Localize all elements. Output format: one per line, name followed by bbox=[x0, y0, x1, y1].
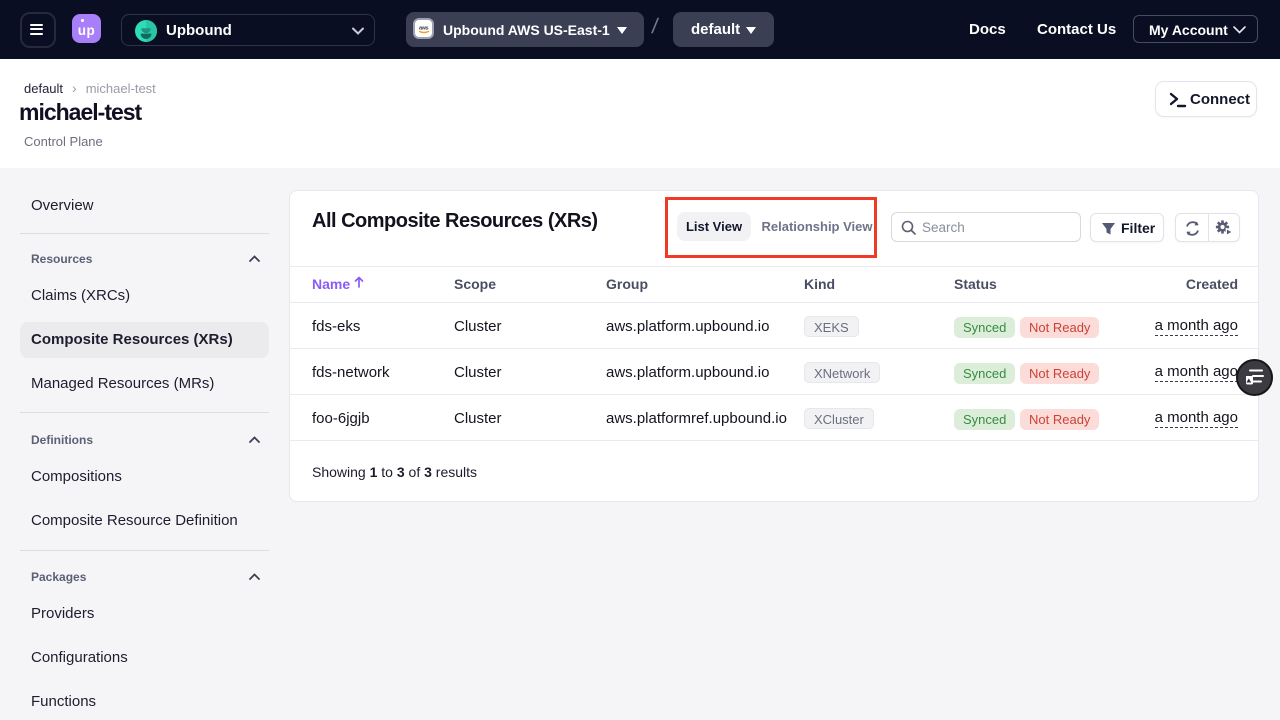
svg-text:aws: aws bbox=[419, 26, 429, 32]
